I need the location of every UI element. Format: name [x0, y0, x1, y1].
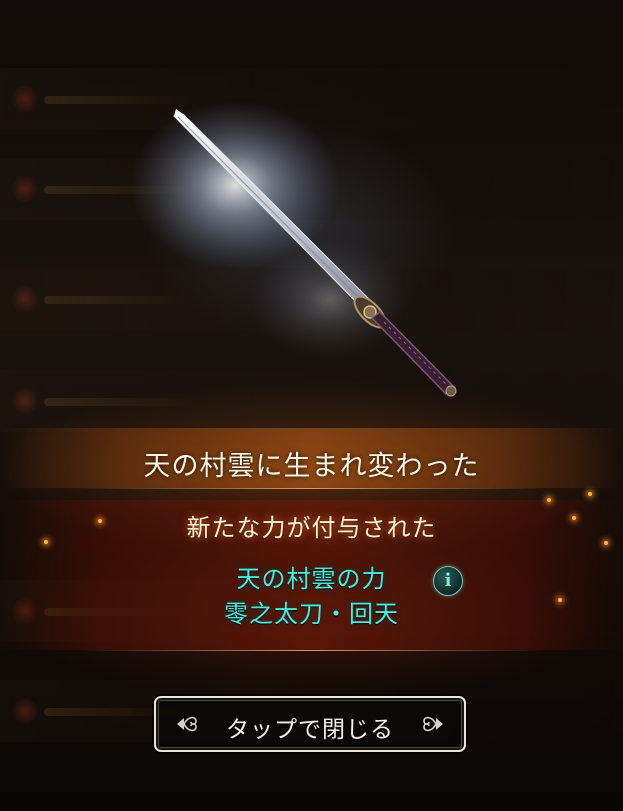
divider-top: [80, 488, 543, 489]
sword-item-icon: [130, 100, 457, 397]
divider-bottom: [80, 650, 543, 651]
close-button-label: タップで閉じる: [226, 717, 394, 743]
ornament-arrow-right-icon: [423, 716, 443, 732]
ability-name-line1[interactable]: 天の村雲の力: [0, 559, 623, 594]
info-icon[interactable]: i: [433, 566, 463, 596]
ability-name-line2[interactable]: 零之太刀・回天: [0, 594, 623, 629]
tap-to-close-button[interactable]: タップで閉じる: [154, 696, 466, 752]
sparkle: [547, 498, 551, 502]
new-power-subline: 新たな力が付与された: [186, 514, 437, 542]
sparkle: [588, 492, 592, 496]
transformation-headline: 天の村雲に生まれ変わった: [143, 451, 480, 482]
